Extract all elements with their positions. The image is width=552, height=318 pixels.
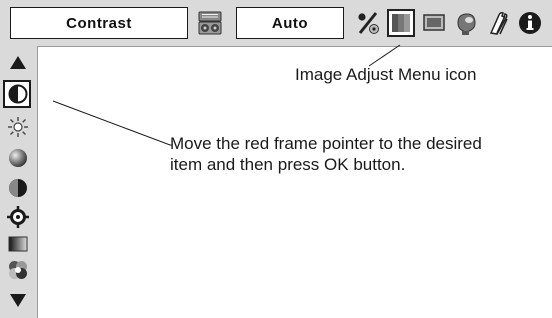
menu-item-value-box: Auto: [236, 7, 344, 39]
color-icon[interactable]: [7, 147, 29, 169]
icon-callout-line: [368, 44, 401, 67]
scroll-up-arrow-icon[interactable]: [7, 52, 29, 74]
sharpness-icon[interactable]: [7, 206, 29, 228]
remote-control-icon[interactable]: [196, 9, 224, 37]
menu-item-name-box: Contrast: [10, 7, 188, 39]
scroll-down-arrow-icon[interactable]: [7, 289, 29, 311]
lamp-icon[interactable]: [452, 9, 480, 37]
color-temperature-icon[interactable]: [7, 259, 29, 281]
instruction-text: Move the red frame pointer to the desire…: [170, 133, 482, 175]
menu-item-value: Auto: [271, 14, 309, 32]
contrast-icon[interactable]: [7, 83, 29, 105]
screen-icon[interactable]: [420, 9, 448, 37]
image-adjust-item-list: [0, 46, 38, 318]
menu-item-name: Contrast: [66, 14, 132, 32]
tint-icon[interactable]: [7, 177, 29, 199]
percent-icon[interactable]: [354, 9, 382, 37]
brightness-icon[interactable]: [7, 116, 29, 138]
info-icon[interactable]: [516, 9, 544, 37]
menu-top-bar: Contrast Auto: [0, 0, 552, 47]
instruction-line-2: item and then press OK button.: [170, 155, 406, 174]
instruction-line-1: Move the red frame pointer to the desire…: [170, 134, 482, 153]
tools-icon[interactable]: [484, 9, 512, 37]
frame-callout-line: [52, 100, 172, 146]
image-adjust-menu-icon-label: Image Adjust Menu icon: [295, 65, 477, 84]
image-adjust-icon[interactable]: [387, 9, 415, 37]
gamma-icon[interactable]: [7, 233, 29, 255]
